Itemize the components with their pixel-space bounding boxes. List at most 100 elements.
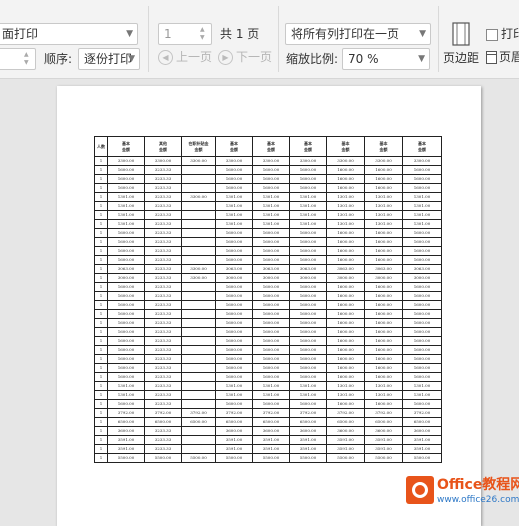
table-cell: 3300.00: [144, 156, 182, 166]
table-row: 1 3000.00 3233.33 3300.00 3000.00 3000.00 3000…: [94, 273, 442, 283]
table-cell: 3233.33: [144, 318, 182, 328]
table-cell: 5500.00: [252, 453, 290, 463]
column-header: 人数: [94, 136, 108, 157]
order-label: 顺序:: [44, 52, 73, 66]
table-cell: 3233.33: [144, 300, 182, 310]
table-cell: [181, 210, 216, 220]
next-page-button[interactable]: ▶ 下一页: [218, 46, 272, 68]
table-cell: 1600.00: [402, 165, 442, 175]
table-cell: 1600.00: [289, 327, 327, 337]
table-cell: 6500.00: [364, 417, 403, 427]
table-cell: 1600.00: [326, 183, 365, 193]
table-cell: 1600.00: [364, 399, 403, 409]
table-row: 1 1600.00 3233.33 1600.00 1600.00 1600.00 1600…: [94, 399, 442, 409]
table-header-row: 人数 基本 金额 其他 金额 在职补贴金 金额 基本 金额 基本 金额 基本 金额 基本 金额 基本 金额 基本金…: [94, 136, 442, 157]
table-cell: 3300.00: [289, 156, 327, 166]
table-cell: 3792.00: [252, 408, 290, 418]
table-cell: 1600.00: [107, 165, 145, 175]
table-cell: 3233.33: [144, 435, 182, 445]
table-cell: 1301.00: [364, 192, 403, 202]
table-cell: 1: [94, 327, 108, 337]
header-footer-button[interactable]: 页眉: [486, 46, 519, 68]
table-cell: [181, 435, 216, 445]
print-mode-dropdown[interactable]: 面打印 ▼: [0, 23, 138, 45]
table-cell: 1600.00: [402, 228, 442, 238]
table-cell: 1301.00: [402, 219, 442, 229]
table-cell: 3233.33: [144, 282, 182, 292]
table-row: 1 1600.00 3233.33 1600.00 1600.00 1600.00 1600…: [94, 237, 442, 247]
arrow-left-icon: ◀: [158, 50, 173, 65]
table-cell: 1: [94, 399, 108, 409]
table-cell: 1: [94, 219, 108, 229]
table-cell: 1600.00: [326, 237, 365, 247]
table-cell: 1600.00: [364, 291, 403, 301]
table-cell: 3792.00: [181, 408, 216, 418]
table-cell: 3000.00: [289, 273, 327, 283]
table-cell: 3233.33: [144, 165, 182, 175]
chevron-down-icon: ▼: [418, 54, 425, 64]
print-gridlines-checkbox[interactable]: 打印: [486, 23, 519, 45]
table-cell: 1600.00: [326, 300, 365, 310]
table-cell: 3300.00: [181, 192, 216, 202]
table-cell: 1301.00: [326, 390, 365, 400]
table-cell: 1: [94, 453, 108, 463]
table-cell: 3233.33: [144, 174, 182, 184]
table-cell: 1: [94, 444, 108, 454]
table-cell: 1301.00: [326, 210, 365, 220]
table-cell: 3063.00: [364, 264, 403, 274]
table-cell: 3063.00: [402, 264, 442, 274]
table-row: 1 1600.00 3233.33 1600.00 1600.00 1600.00 1600…: [94, 174, 442, 184]
table-cell: 3000.00: [215, 273, 253, 283]
table-cell: 1: [94, 282, 108, 292]
toolbar-divider: [438, 6, 439, 72]
copies-stepper[interactable]: ▲ ▼: [0, 48, 36, 70]
spin-arrows-icon: ▲ ▼: [24, 51, 29, 66]
page-number-input[interactable]: 1 ▲ ▼: [158, 23, 212, 45]
table-cell: 1301.00: [364, 390, 403, 400]
table-cell: 1: [94, 300, 108, 310]
table-row: 1 1600.00 3233.33 1600.00 1600.00 1600.00 1600…: [94, 318, 442, 328]
table-cell: 3233.33: [144, 264, 182, 274]
table-cell: 3233.33: [144, 381, 182, 391]
column-header: 其他 金额: [144, 136, 182, 157]
table-cell: 3600.00: [252, 426, 290, 436]
page-number-value: 1: [164, 27, 172, 41]
print-preview-toolbar: 面打印 ▼ ▲ ▼ 顺序: 逐份打印 ▼ 1 ▲ ▼ 共 1 页 ◀ 上一页 ▶ 下一页…: [0, 0, 519, 79]
table-cell: 1: [94, 363, 108, 373]
table-cell: 3233.33: [144, 444, 182, 454]
arrow-right-icon: ▶: [218, 50, 233, 65]
table-cell: 1600.00: [364, 372, 403, 382]
table-cell: 1600.00: [215, 372, 253, 382]
table-cell: 1600.00: [402, 354, 442, 364]
table-cell: 1600.00: [215, 291, 253, 301]
table-cell: 3300.00: [181, 156, 216, 166]
table-cell: 1301.00: [107, 390, 145, 400]
order-dropdown[interactable]: 逐份打印 ▼: [78, 48, 140, 70]
table-cell: 3792.00: [326, 408, 365, 418]
table-cell: 1600.00: [252, 363, 290, 373]
fit-mode-dropdown[interactable]: 将所有列打印在一页 ▼: [285, 23, 431, 45]
table-cell: 1600.00: [252, 354, 290, 364]
table-cell: 1: [94, 435, 108, 445]
zoom-dropdown[interactable]: 70 % ▼: [342, 48, 430, 70]
table-cell: 1: [94, 228, 108, 238]
table-cell: 1600.00: [364, 318, 403, 328]
table-cell: 1301.00: [252, 381, 290, 391]
table-cell: 1600.00: [402, 255, 442, 265]
column-header: 基本 金额: [326, 136, 365, 157]
table-cell: 1600.00: [252, 399, 290, 409]
prev-page-button[interactable]: ◀ 上一页: [158, 46, 212, 68]
table-cell: 1600.00: [326, 399, 365, 409]
table-cell: 5500.00: [326, 453, 365, 463]
table-cell: 1600.00: [364, 354, 403, 364]
table-cell: 1: [94, 390, 108, 400]
table-cell: 1: [94, 372, 108, 382]
table-cell: 1600.00: [364, 237, 403, 247]
table-cell: 1301.00: [215, 192, 253, 202]
margins-button[interactable]: 页边距: [442, 22, 480, 66]
table-cell: 3233.33: [144, 255, 182, 265]
table-cell: [181, 165, 216, 175]
table-cell: 1301.00: [326, 381, 365, 391]
table-cell: 3591.00: [289, 435, 327, 445]
table-cell: [181, 309, 216, 319]
